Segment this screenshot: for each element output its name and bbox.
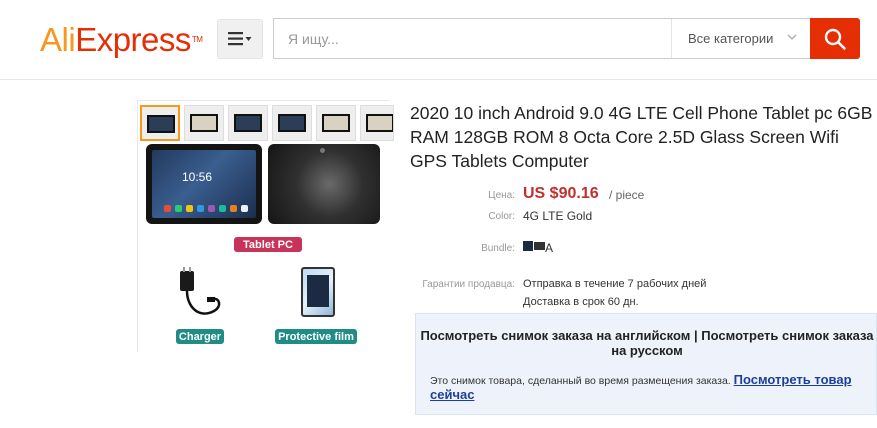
chevron-down-icon [787, 34, 797, 40]
tablet-clock: 10:56 [182, 170, 213, 184]
order-snapshot-box: Посмотреть снимок заказа на английском |… [415, 313, 877, 415]
price-value: US $90.16 [523, 185, 599, 202]
bundle-value: A [545, 241, 554, 255]
categories-menu-button[interactable] [217, 19, 263, 59]
color-value: 4G LTE Gold [523, 209, 593, 223]
charger-label: Charger [176, 329, 224, 344]
aliexpress-logo[interactable]: AliExpressTM [40, 21, 203, 58]
search-button[interactable] [810, 18, 860, 59]
guarantee-shipping: Отправка в течение 7 рабочих дней [523, 278, 707, 290]
snapshot-language-links: Посмотреть снимок заказа на английском |… [416, 328, 877, 358]
color-label: Color: [488, 211, 515, 222]
category-select[interactable]: Все категории [671, 19, 811, 58]
view-english-snapshot-link[interactable]: Посмотреть снимок заказа на английском [420, 328, 690, 343]
tablet-front-image: 10:56 [146, 144, 262, 224]
menu-icon [228, 32, 252, 46]
price-unit: / piece [609, 188, 645, 202]
guarantee-label: Гарантии продавца: [422, 279, 515, 290]
link-separator: | [694, 328, 698, 343]
thumbnail-6[interactable] [360, 105, 394, 141]
protective-film-label: Protective film [275, 329, 357, 344]
site-header: AliExpressTM Все категории [0, 0, 877, 80]
tablet-pc-label: Tablet PC [234, 237, 302, 252]
logo-express-text: Express [75, 21, 191, 58]
thumbnail-2[interactable] [184, 105, 224, 141]
thumbnail-5[interactable] [316, 105, 356, 141]
thumbnail-1[interactable] [140, 105, 180, 141]
search-bar: Все категории [273, 18, 811, 59]
product-title: 2020 10 inch Android 9.0 4G LTE Cell Pho… [410, 103, 873, 171]
guarantee-delivery: Доставка в срок 60 дн. [523, 296, 639, 308]
logo-tm: TM [191, 35, 203, 44]
bundle-thumbnail-icon [523, 241, 545, 251]
snapshot-note-text: Это снимок товара, сделанный во время ра… [430, 375, 731, 387]
thumbnail-3[interactable] [228, 105, 268, 141]
search-icon [824, 28, 846, 50]
charger-image [180, 267, 221, 315]
snapshot-note: Это снимок товара, сделанный во время ра… [430, 373, 870, 403]
product-image-gallery[interactable]: 10:56 Tablet PC Charger Protective film [137, 100, 394, 352]
bundle-label: Bundle: [481, 243, 515, 254]
category-select-label: Все категории [688, 31, 774, 46]
search-input[interactable] [274, 19, 670, 58]
tablet-back-image [268, 144, 380, 224]
logo-ali-text: Ali [40, 21, 76, 58]
price-label: Цена: [488, 190, 515, 201]
thumbnail-strip [140, 105, 394, 143]
protective-film-image [301, 267, 335, 317]
thumbnail-4[interactable] [272, 105, 312, 141]
